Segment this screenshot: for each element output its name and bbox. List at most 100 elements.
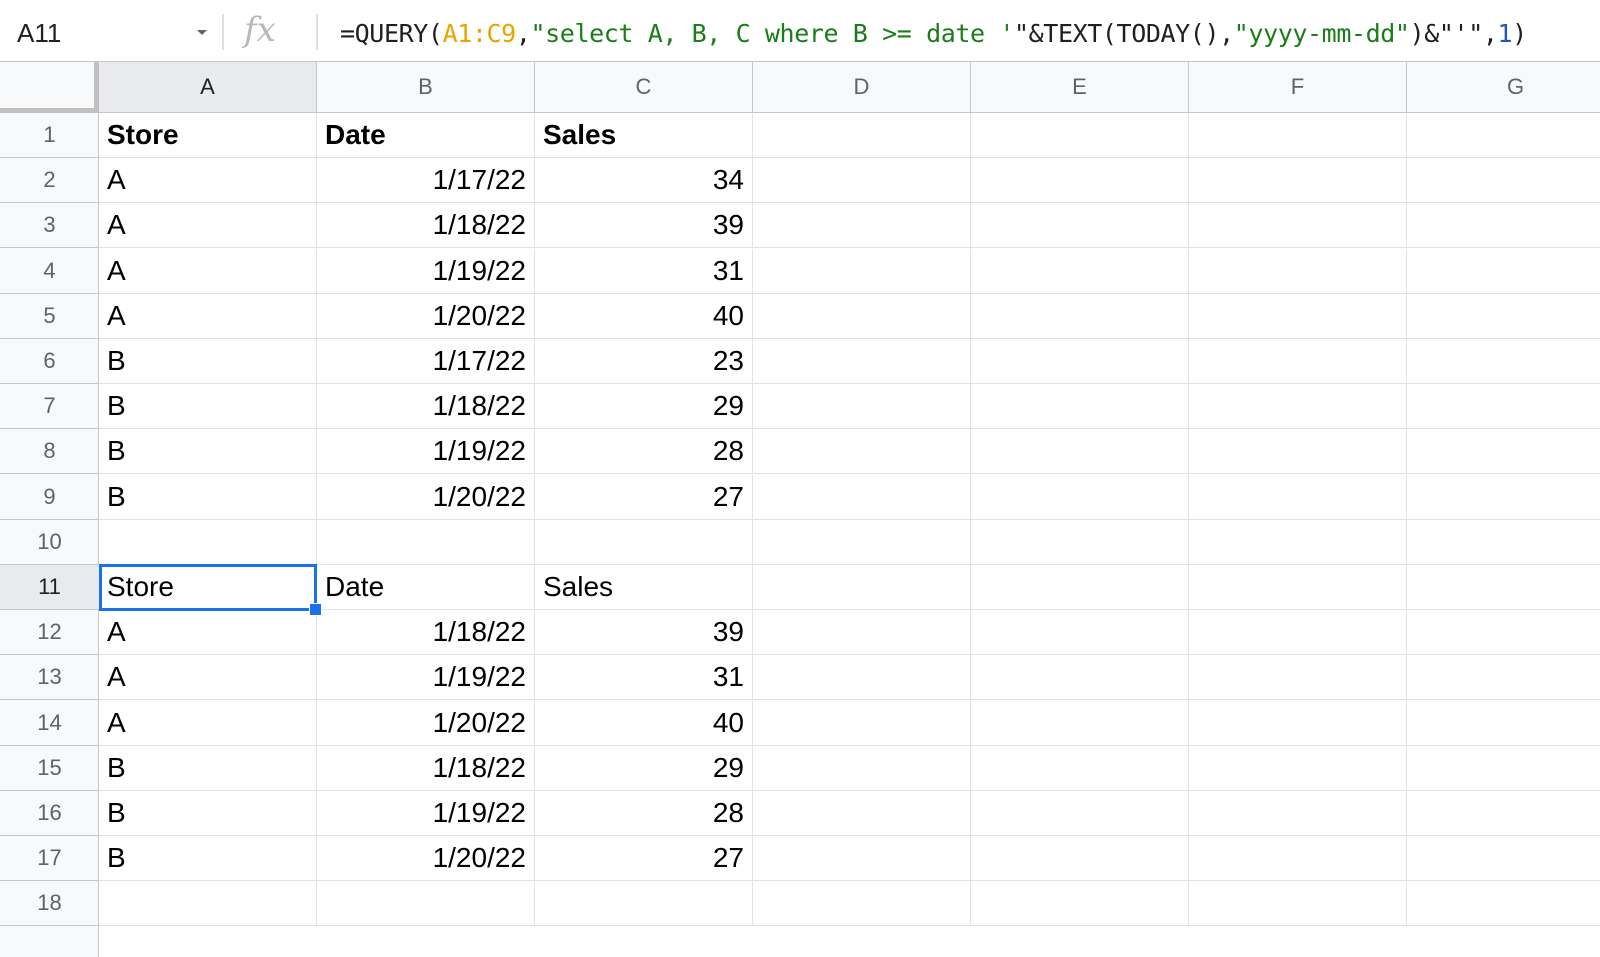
cell-g8[interactable] (1407, 429, 1600, 474)
column-header-f[interactable]: F (1189, 62, 1407, 113)
cell-g6[interactable] (1407, 339, 1600, 384)
cell-g12[interactable] (1407, 610, 1600, 655)
row-header-17[interactable]: 17 (0, 836, 99, 881)
cell-b5[interactable]: 1/20/22 (317, 294, 535, 339)
cell-a14[interactable]: A (99, 701, 317, 746)
cell-a17[interactable]: B (99, 836, 317, 881)
cell-a11[interactable]: Store (99, 565, 317, 610)
cell-a1[interactable]: Store (99, 113, 317, 158)
cell-g15[interactable] (1407, 746, 1600, 791)
cell-a3[interactable]: A (99, 203, 317, 248)
cell-c9[interactable]: 27 (535, 475, 753, 520)
cell-d16[interactable] (753, 791, 971, 836)
cell-g18[interactable] (1407, 881, 1600, 926)
cell-b13[interactable]: 1/19/22 (317, 655, 535, 700)
dropdown-arrow-icon[interactable] (194, 24, 210, 40)
cell-f14[interactable] (1189, 701, 1407, 746)
cell-e6[interactable] (971, 339, 1189, 384)
cell-d15[interactable] (753, 746, 971, 791)
row-header-18[interactable]: 18 (0, 881, 99, 926)
cell-c17[interactable]: 27 (535, 836, 753, 881)
cell-f3[interactable] (1189, 203, 1407, 248)
cell-d18[interactable] (753, 881, 971, 926)
column-header-g[interactable]: G (1407, 62, 1600, 113)
cell-c4[interactable]: 31 (535, 249, 753, 294)
cell-b4[interactable]: 1/19/22 (317, 249, 535, 294)
cell-e2[interactable] (971, 158, 1189, 203)
cell-b12[interactable]: 1/18/22 (317, 610, 535, 655)
cell-c16[interactable]: 28 (535, 791, 753, 836)
cell-g11[interactable] (1407, 565, 1600, 610)
row-header-12[interactable]: 12 (0, 610, 99, 655)
cell-b15[interactable]: 1/18/22 (317, 746, 535, 791)
column-header-b[interactable]: B (317, 62, 535, 113)
column-header-a[interactable]: A (99, 62, 317, 113)
cell-f10[interactable] (1189, 520, 1407, 565)
cell-c2[interactable]: 34 (535, 158, 753, 203)
name-box[interactable]: A11 (0, 0, 222, 62)
cell-b9[interactable]: 1/20/22 (317, 475, 535, 520)
cell-f17[interactable] (1189, 836, 1407, 881)
cell-a18[interactable] (99, 881, 317, 926)
cell-b11[interactable]: Date (317, 565, 535, 610)
cell-e13[interactable] (971, 655, 1189, 700)
cell-f16[interactable] (1189, 791, 1407, 836)
cell-d5[interactable] (753, 294, 971, 339)
cell-f4[interactable] (1189, 249, 1407, 294)
cell-b18[interactable] (317, 881, 535, 926)
cell-d14[interactable] (753, 701, 971, 746)
cell-d11[interactable] (753, 565, 971, 610)
cell-e11[interactable] (971, 565, 1189, 610)
cell-e17[interactable] (971, 836, 1189, 881)
cell-b10[interactable] (317, 520, 535, 565)
cell-e9[interactable] (971, 475, 1189, 520)
cell-e8[interactable] (971, 429, 1189, 474)
cell-grid[interactable]: Store Date Sales A 1/17/22 34 A 1/18/22 39 A 1/19/… (99, 113, 1600, 957)
row-header-15[interactable]: 15 (0, 746, 99, 791)
cell-e5[interactable] (971, 294, 1189, 339)
cell-b6[interactable]: 1/17/22 (317, 339, 535, 384)
cell-a8[interactable]: B (99, 429, 317, 474)
cell-c1[interactable]: Sales (535, 113, 753, 158)
cell-d13[interactable] (753, 655, 971, 700)
column-header-c[interactable]: C (535, 62, 753, 113)
row-header-8[interactable]: 8 (0, 429, 99, 474)
cell-g10[interactable] (1407, 520, 1600, 565)
cell-c18[interactable] (535, 881, 753, 926)
cell-g2[interactable] (1407, 158, 1600, 203)
name-box-value[interactable]: A11 (17, 18, 61, 49)
cell-b8[interactable]: 1/19/22 (317, 429, 535, 474)
cell-d2[interactable] (753, 158, 971, 203)
cell-d9[interactable] (753, 475, 971, 520)
cell-d7[interactable] (753, 384, 971, 429)
cell-f8[interactable] (1189, 429, 1407, 474)
cell-c5[interactable]: 40 (535, 294, 753, 339)
cell-c8[interactable]: 28 (535, 429, 753, 474)
cell-f9[interactable] (1189, 475, 1407, 520)
cell-g1[interactable] (1407, 113, 1600, 158)
cell-b1[interactable]: Date (317, 113, 535, 158)
cell-c13[interactable]: 31 (535, 655, 753, 700)
cell-e12[interactable] (971, 610, 1189, 655)
cell-b3[interactable]: 1/18/22 (317, 203, 535, 248)
cell-d17[interactable] (753, 836, 971, 881)
cell-f18[interactable] (1189, 881, 1407, 926)
formula-input[interactable]: =QUERY(A1:C9,"select A, B, C where B >= … (340, 19, 1527, 48)
cell-e18[interactable] (971, 881, 1189, 926)
cell-f11[interactable] (1189, 565, 1407, 610)
cell-a6[interactable]: B (99, 339, 317, 384)
cell-f7[interactable] (1189, 384, 1407, 429)
cell-e3[interactable] (971, 203, 1189, 248)
cell-c7[interactable]: 29 (535, 384, 753, 429)
cell-a9[interactable]: B (99, 475, 317, 520)
cell-e16[interactable] (971, 791, 1189, 836)
row-header-10[interactable]: 10 (0, 520, 99, 565)
cell-b17[interactable]: 1/20/22 (317, 836, 535, 881)
cell-e14[interactable] (971, 701, 1189, 746)
cell-b7[interactable]: 1/18/22 (317, 384, 535, 429)
row-header-13[interactable]: 13 (0, 655, 99, 700)
cell-c12[interactable]: 39 (535, 610, 753, 655)
row-header-9[interactable]: 9 (0, 475, 99, 520)
cell-g7[interactable] (1407, 384, 1600, 429)
cell-g16[interactable] (1407, 791, 1600, 836)
